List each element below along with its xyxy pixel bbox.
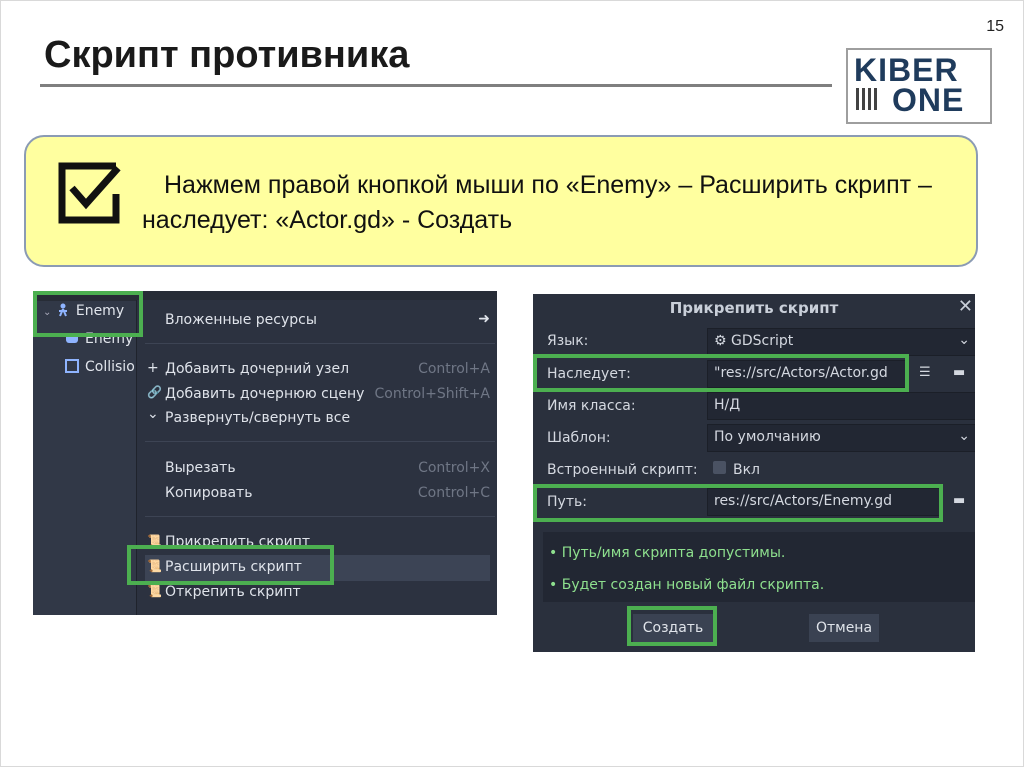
kiberone-logo: KIBER ONE [846, 48, 992, 124]
instruction-text: Нажмем правой кнопкой мыши по «Enemy» – … [142, 171, 932, 234]
highlight-frame-extend-script [127, 545, 334, 585]
menu-item-add-child-node[interactable]: Добавить дочерний узел [165, 361, 349, 377]
tree-item-label: Collisio [85, 359, 135, 375]
chevron-down-icon: ⌄ [958, 332, 970, 348]
title-divider [40, 84, 832, 87]
script-remove-icon: 📜 [147, 584, 162, 598]
cancel-button[interactable]: Отмена [809, 614, 879, 642]
plus-icon: + [147, 360, 159, 376]
builtin-checkbox-label: Вкл [733, 462, 761, 478]
logo-line2: ONE [892, 82, 965, 118]
folder-icon[interactable]: ▬ [953, 493, 965, 508]
attach-script-dialog: Прикрепить скрипт ✕ Язык: ⚙ GDScript ⌄ Н… [533, 294, 975, 652]
menu-item-detach-script[interactable]: Открепить скрипт [165, 584, 301, 600]
validation-message: • Путь/имя скрипта допустимы. [549, 545, 786, 561]
menu-item-nested-resources[interactable]: Вложенные ресурсы [165, 312, 317, 328]
language-label: Язык: [547, 333, 589, 349]
class-name-input[interactable]: Н/Д [707, 392, 975, 420]
chevron-down-icon: ⌄ [147, 406, 159, 422]
builtin-script-label: Встроенный скрипт: [547, 462, 698, 478]
menu-separator [145, 343, 495, 344]
arrow-right-icon: ➜ [478, 311, 490, 327]
close-icon[interactable]: ✕ [958, 296, 973, 317]
shortcut-label: Control+X [418, 460, 490, 476]
menu-item-expand-collapse[interactable]: Развернуть/свернуть все [165, 410, 350, 426]
menu-separator [145, 516, 495, 517]
tree-browse-icon[interactable]: ☰ [919, 365, 931, 380]
menu-item-copy[interactable]: Копировать [165, 485, 252, 501]
language-select[interactable]: ⚙ GDScript ⌄ [707, 328, 975, 356]
language-value: ⚙ GDScript [714, 333, 794, 349]
collision-shape-icon [65, 359, 79, 373]
template-label: Шаблон: [547, 430, 611, 446]
template-value: По умолчанию [714, 429, 821, 445]
shortcut-label: Control+C [417, 485, 490, 501]
shortcut-label: Control+A [418, 361, 490, 377]
page-title: Скрипт противника [44, 34, 410, 76]
validation-messages: • Путь/имя скрипта допустимы. • Будет со… [543, 532, 975, 602]
template-select[interactable]: По умолчанию ⌄ [707, 424, 975, 452]
highlight-frame-create [627, 606, 717, 646]
qr-code-icon [856, 88, 878, 110]
shortcut-label: Control+Shift+A [374, 386, 490, 402]
menu-item-cut[interactable]: Вырезать [165, 460, 236, 476]
menu-item-add-child-scene[interactable]: Добавить дочернюю сцену [165, 386, 364, 402]
class-name-value: Н/Д [714, 397, 741, 413]
highlight-frame-inherits [533, 354, 909, 392]
builtin-checkbox[interactable] [713, 461, 726, 474]
highlight-frame-enemy [33, 291, 143, 337]
menu-separator [145, 441, 495, 442]
checkbox-check-icon [58, 162, 121, 224]
highlight-frame-path [533, 484, 943, 522]
validation-message: • Будет создан новый файл скрипта. [549, 577, 825, 593]
tree-item-collision[interactable]: Collisio [65, 359, 135, 375]
class-name-label: Имя класса: [547, 398, 636, 414]
dialog-title: Прикрепить скрипт [669, 299, 839, 317]
link-icon: 🔗 [147, 385, 162, 399]
page-number: 15 [986, 18, 1004, 35]
folder-icon[interactable]: ▬ [953, 365, 965, 380]
chevron-down-icon: ⌄ [958, 428, 970, 444]
